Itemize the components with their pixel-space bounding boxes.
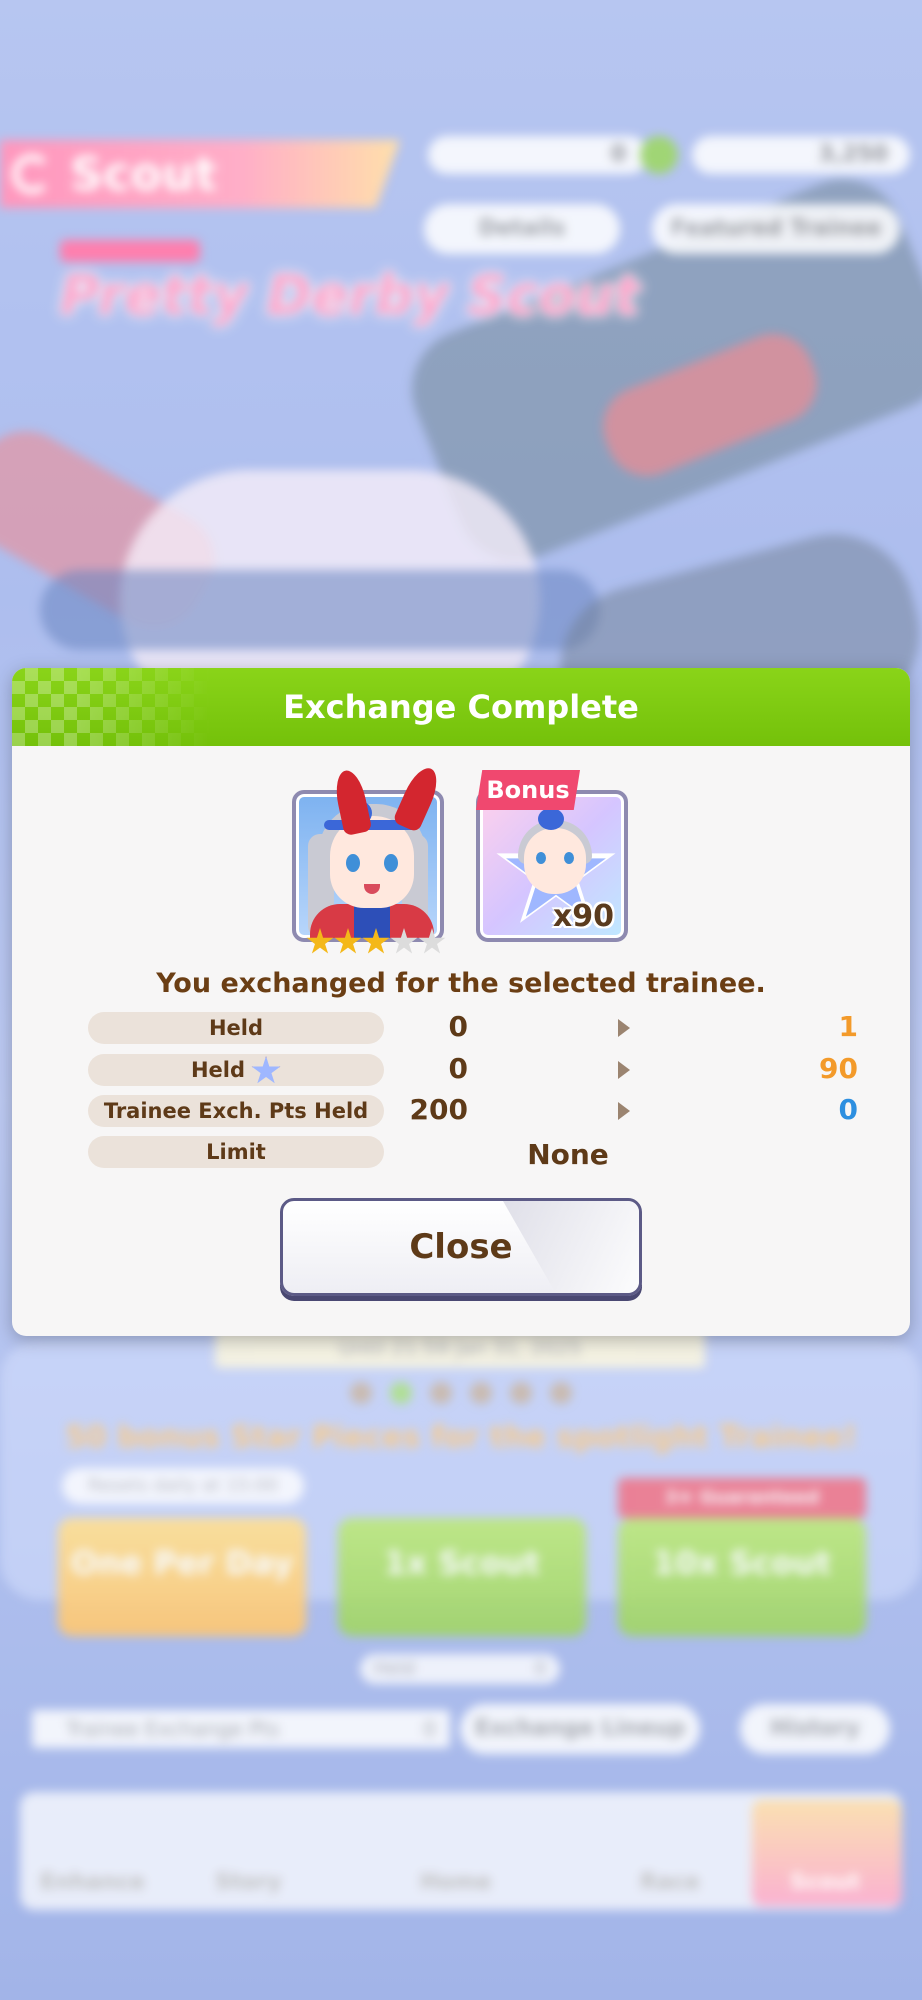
dialog-title: Exchange Complete [283, 688, 639, 726]
button-shine [503, 1201, 639, 1293]
held-star-pieces-row: Held 0 90 [88, 1052, 858, 1086]
bonus-tag: Bonus [476, 770, 580, 810]
row-label-text: Held [190, 1058, 246, 1082]
row-before-value: 200 [409, 1093, 468, 1126]
star-filled-icon [362, 928, 390, 954]
limit-row: Limit None [88, 1136, 858, 1171]
row-before-value: 0 [448, 1010, 468, 1043]
star-piece-card[interactable]: x90 [476, 790, 628, 942]
arrow-right-icon [618, 1061, 630, 1079]
row-label-text: Limit [206, 1140, 266, 1164]
row-after-value: 0 [838, 1093, 858, 1126]
star-empty-icon [418, 928, 446, 954]
exchange-points-row: Trainee Exch. Pts Held 200 0 [88, 1093, 858, 1127]
header-pattern [12, 668, 212, 746]
star-empty-icon [390, 928, 418, 954]
arrow-right-icon [618, 1019, 630, 1037]
row-label-text: Trainee Exch. Pts Held [103, 1099, 369, 1123]
star-filled-icon [306, 928, 334, 954]
dialog-header: Exchange Complete [12, 668, 910, 746]
row-label: Trainee Exch. Pts Held [88, 1095, 384, 1127]
exchange-message: You exchanged for the selected trainee. [156, 968, 766, 999]
trainee-eye [384, 854, 398, 872]
star-filled-icon [334, 928, 362, 954]
star-piece-icon [251, 1056, 281, 1084]
star-piece-eye [564, 852, 574, 864]
held-trainee-row: Held 0 1 [88, 1010, 858, 1044]
arrow-right-icon [618, 1102, 630, 1120]
trainee-eye [346, 854, 360, 872]
star-piece-bow [538, 808, 564, 830]
star-piece-face [524, 828, 586, 894]
exchange-complete-dialog: Exchange Complete Bonus x90 You exchange… [12, 668, 910, 1336]
row-after-value: 1 [838, 1010, 858, 1043]
rarity-stars [306, 928, 446, 956]
star-piece-eye [536, 852, 546, 864]
close-button[interactable]: Close [280, 1198, 642, 1296]
close-button-label: Close [409, 1227, 513, 1267]
row-after-value: 90 [819, 1052, 858, 1085]
row-label: Held [88, 1054, 384, 1086]
row-label: Held [88, 1012, 384, 1044]
row-label: Limit [88, 1136, 384, 1168]
row-before-value: 0 [448, 1052, 468, 1085]
row-label-text: Held [208, 1016, 264, 1040]
limit-value: None [527, 1138, 609, 1171]
star-piece-quantity: x90 [552, 899, 614, 934]
